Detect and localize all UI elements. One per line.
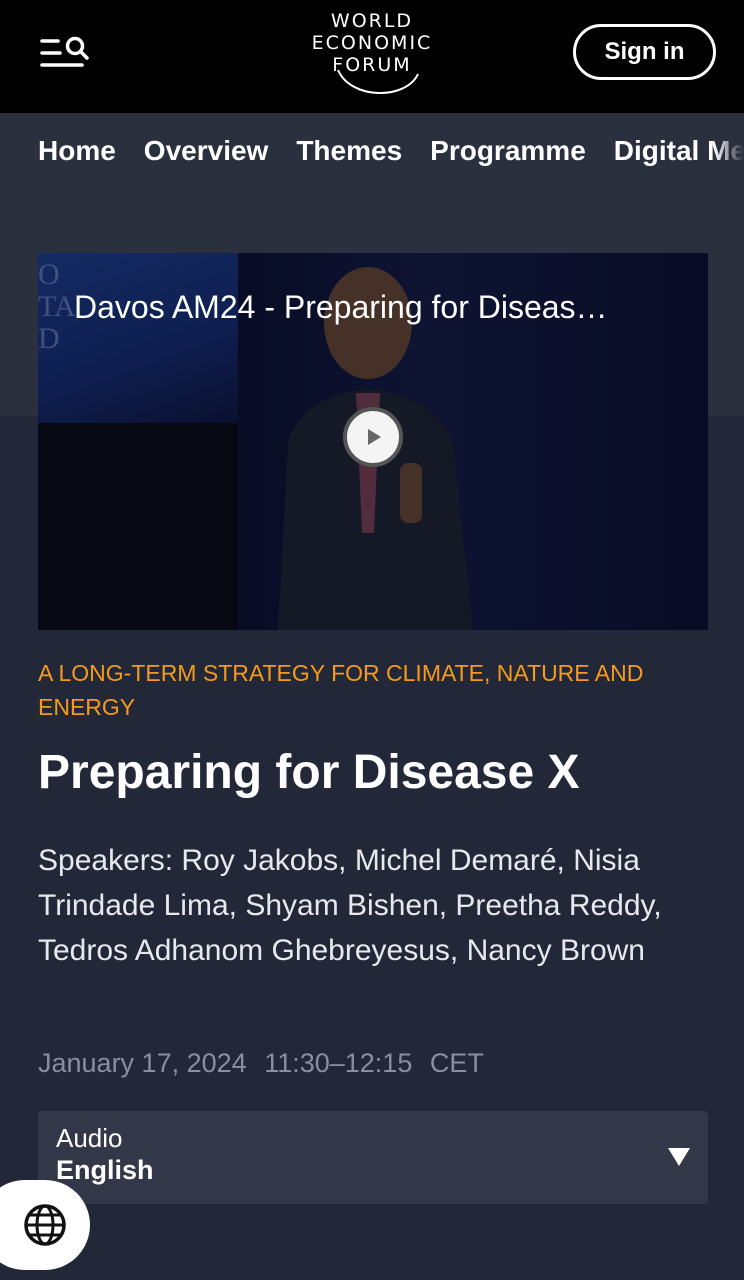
nav-fade — [714, 120, 744, 180]
video-title: Davos AM24 - Preparing for Diseas… — [74, 289, 608, 325]
audio-language-select[interactable]: Audio English — [38, 1111, 708, 1204]
menu-search-icon[interactable] — [38, 34, 92, 74]
session-category[interactable]: A LONG-TERM STRATEGY FOR CLIMATE, NATURE… — [38, 656, 698, 724]
main-nav: HomeOverviewThemesProgrammeDigital Media — [38, 133, 744, 173]
session-time: 11:30–12:15 — [264, 1048, 413, 1078]
session-datetime: January 17, 2024 11:30–12:15 CET — [38, 1048, 494, 1079]
nav-item-programme[interactable]: Programme — [430, 133, 586, 169]
wef-logo[interactable]: WORLD ECONOMIC FORUM — [296, 8, 448, 100]
session-timezone: CET — [429, 1048, 484, 1078]
session-date: January 17, 2024 — [38, 1048, 247, 1078]
language-button[interactable] — [0, 1180, 90, 1270]
session-title: Preparing for Disease X — [38, 746, 580, 799]
nav-item-overview[interactable]: Overview — [144, 133, 269, 169]
top-bar: WORLD ECONOMIC FORUM Sign in — [0, 0, 744, 113]
nav-item-home[interactable]: Home — [38, 133, 116, 169]
sign-in-button[interactable]: Sign in — [573, 24, 716, 80]
audio-label: Audio — [56, 1123, 123, 1153]
logo-swoosh-icon — [337, 69, 419, 94]
nav-item-themes[interactable]: Themes — [296, 133, 402, 169]
session-speakers: Speakers: Roy Jakobs, Michel Demaré, Nis… — [38, 844, 662, 967]
play-icon[interactable] — [343, 407, 403, 467]
dropdown-arrow-icon — [668, 1148, 690, 1166]
audio-selected-language: English — [56, 1155, 154, 1185]
globe-icon — [24, 1204, 66, 1246]
video-player[interactable]: O TA D Davos AM24 - Preparing for Diseas… — [38, 253, 708, 630]
